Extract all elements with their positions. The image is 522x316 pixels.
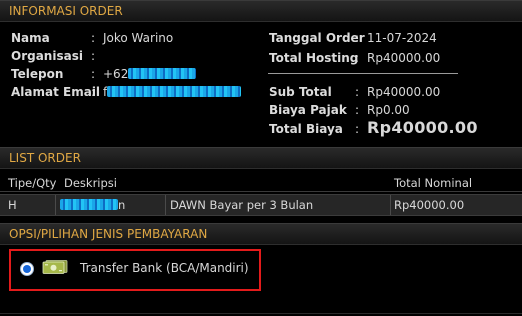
field-organisasi: Organisasi: xyxy=(11,47,103,65)
section-header-list-order: LIST ORDER xyxy=(0,147,522,169)
field-tanggal-order: Tanggal Order: 11-07-2024 xyxy=(269,29,437,47)
field-label: Sub Total xyxy=(269,85,332,99)
field-label: Organisasi xyxy=(11,49,83,63)
cell-type: H xyxy=(8,198,17,212)
column-header-description: Deskripsi xyxy=(64,176,117,190)
field-alamat-email: Alamat Email: f xyxy=(11,83,242,101)
column-header-type: Tipe/Qty xyxy=(8,176,57,190)
field-label: Biaya Pajak xyxy=(269,103,347,117)
field-colon: : xyxy=(91,85,96,99)
redaction-mark xyxy=(128,68,197,79)
total-biaya-value: Rp40000.00 xyxy=(367,118,478,137)
section-header-opsi-pembayaran: OPSI/PILIHAN JENIS PEMBAYARAN xyxy=(0,223,522,245)
cell-total: Rp40000.00 xyxy=(394,198,465,212)
column-separator xyxy=(390,195,391,215)
field-sub-total: Sub Total: Rp40000.00 xyxy=(269,83,440,101)
field-label: Alamat Email xyxy=(11,85,101,99)
redaction-mark xyxy=(107,86,242,97)
field-nama: Nama: Joko Warino xyxy=(11,29,173,47)
table-row: H n DAWN Bayar per 3 Bulan Rp40000.00 xyxy=(0,194,522,216)
order-table-header: Tipe/Qty Deskripsi Total Nominal xyxy=(0,176,522,192)
column-header-total: Total Nominal xyxy=(394,176,473,190)
field-telepon: Telepon: +62 xyxy=(11,65,197,83)
field-colon: : xyxy=(91,31,96,45)
field-colon: : xyxy=(355,103,360,117)
payment-radio-transfer-bank[interactable] xyxy=(20,262,34,276)
field-label: Telepon xyxy=(11,67,64,81)
field-colon: : xyxy=(355,51,360,65)
field-label: Total Biaya xyxy=(269,122,343,136)
cell-plan: DAWN Bayar per 3 Bulan xyxy=(170,198,314,212)
field-label: Tanggal Order xyxy=(269,31,365,45)
field-colon: : xyxy=(355,85,360,99)
field-colon: : xyxy=(91,49,96,63)
field-value: Rp0.00 xyxy=(367,103,410,117)
field-biaya-pajak: Biaya Pajak: Rp0.00 xyxy=(269,101,410,119)
column-separator xyxy=(165,195,166,215)
field-total-hosting: Total Hosting: Rp40000.00 xyxy=(269,49,440,67)
bottom-divider xyxy=(0,313,522,314)
redaction-mark xyxy=(60,199,118,210)
field-value: Rp40000.00 xyxy=(367,51,441,65)
section-header-informasi-order: INFORMASI ORDER xyxy=(0,0,522,22)
cell-domain: n xyxy=(60,195,125,215)
money-icon xyxy=(42,260,68,274)
field-colon: : xyxy=(355,31,360,45)
payment-option-label[interactable]: Transfer Bank (BCA/Mandiri) xyxy=(80,260,249,276)
field-label: Total Hosting xyxy=(269,51,359,65)
cell-domain-suffix: n xyxy=(118,198,126,212)
field-value: +62 xyxy=(103,67,129,81)
field-label: Nama xyxy=(11,31,50,45)
field-value: Rp40000.00 xyxy=(367,85,441,99)
field-value: 11-07-2024 xyxy=(367,31,437,45)
field-colon: : xyxy=(91,67,96,81)
summary-divider xyxy=(268,73,458,74)
field-total-biaya: Total Biaya: Rp40000.00 xyxy=(269,119,478,138)
field-value: Joko Warino xyxy=(103,31,174,45)
column-separator xyxy=(55,195,56,215)
field-colon: : xyxy=(355,122,360,136)
